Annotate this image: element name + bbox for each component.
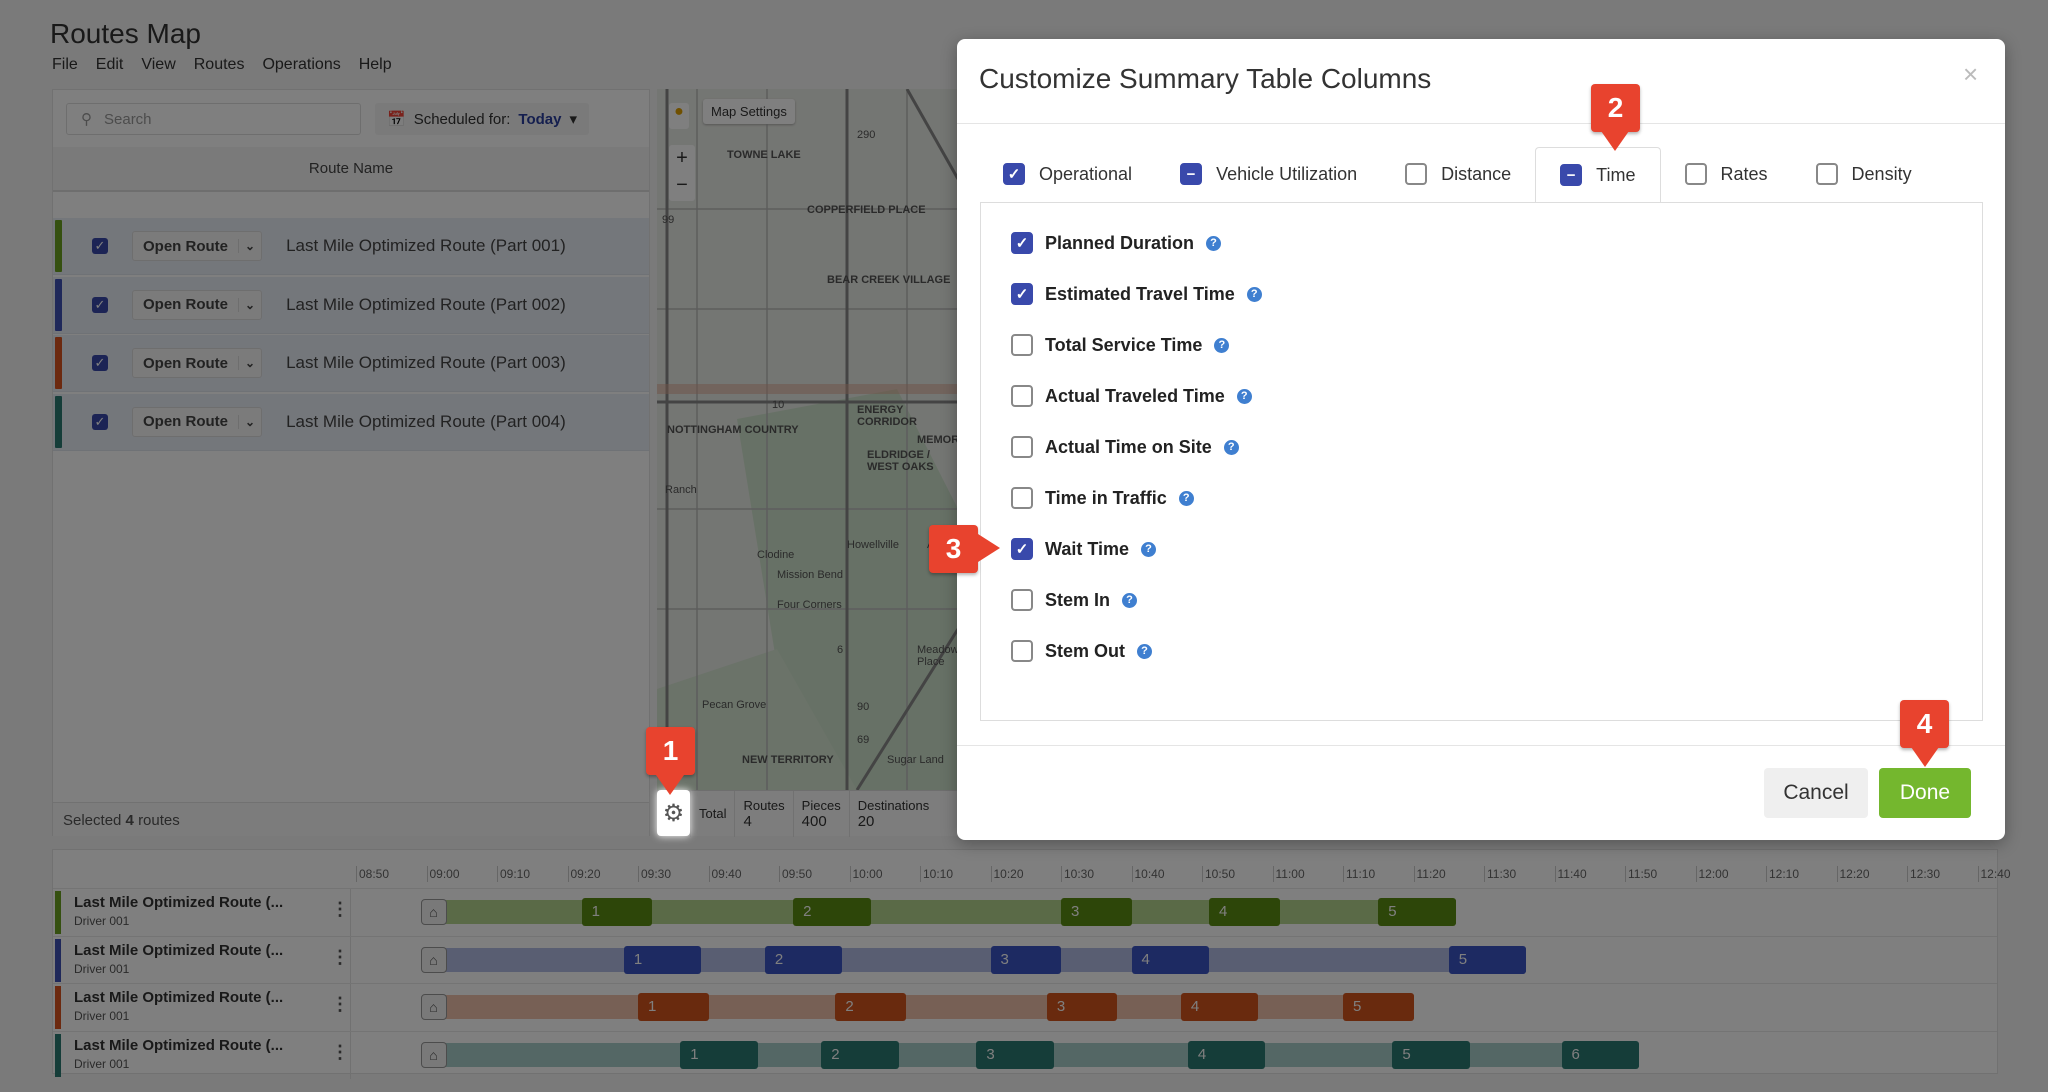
help-icon[interactable]: ? (1236, 388, 1252, 404)
arrow-down-icon (656, 775, 684, 795)
done-button[interactable]: Done (1879, 768, 1971, 818)
option-label: Actual Traveled Time (1045, 385, 1225, 406)
option-checkbox[interactable] (1011, 436, 1033, 458)
option-checkbox[interactable]: ✓ (1011, 232, 1033, 254)
arrow-down-icon (1911, 747, 1939, 767)
option-planned-duration[interactable]: ✓ Planned Duration? (1011, 232, 1222, 254)
category-tabs: ✓ Operational − Vehicle Utilization Distance… (979, 146, 1984, 203)
option-stem-out[interactable]: Stem Out? (1011, 640, 1153, 662)
option-label: Wait Time (1045, 538, 1130, 559)
option-label: Time in Traffic (1045, 487, 1167, 508)
option-checkbox[interactable] (1011, 487, 1033, 509)
dialog-title: Customize Summary Table Columns (979, 63, 1432, 94)
option-actual-traveled-time[interactable]: Actual Traveled Time? (1011, 385, 1252, 407)
gear-icon: ⚙ (662, 799, 685, 827)
option-wait-time[interactable]: ✓ Wait Time? (1011, 538, 1157, 560)
summary-settings-button[interactable]: ⚙ (657, 790, 690, 836)
tab-checkbox[interactable]: − (1560, 164, 1583, 186)
tab-label: Time (1596, 164, 1636, 185)
option-label: Actual Time on Site (1045, 436, 1212, 457)
tab-label: Operational (1039, 163, 1133, 184)
option-checkbox[interactable] (1011, 334, 1033, 356)
option-label: Estimated Travel Time (1045, 283, 1235, 304)
arrow-down-icon (1601, 131, 1629, 151)
help-icon[interactable]: ? (1178, 490, 1194, 506)
tab-operational[interactable]: ✓ Operational (979, 146, 1156, 202)
divider (957, 123, 2005, 124)
help-icon[interactable]: ? (1214, 337, 1230, 353)
close-icon[interactable]: × (1963, 59, 1978, 90)
tab-label: Distance (1441, 163, 1512, 184)
tab-checkbox[interactable] (1405, 163, 1428, 185)
option-label: Planned Duration (1045, 232, 1195, 253)
help-icon[interactable]: ? (1122, 592, 1138, 608)
option-label: Total Service Time (1045, 334, 1203, 355)
help-icon[interactable]: ? (1223, 439, 1239, 455)
tab-time[interactable]: − Time (1535, 147, 1661, 203)
option-stem-in[interactable]: Stem In? (1011, 589, 1138, 611)
time-columns-panel: ✓ Planned Duration? ✓ Estimated Travel Time… (980, 202, 1983, 721)
arrow-right-icon (978, 534, 1000, 562)
tab-density[interactable]: Density (1792, 146, 1936, 202)
help-icon[interactable]: ? (1137, 643, 1153, 659)
tab-vehicle-utilization[interactable]: − Vehicle Utilization (1156, 146, 1381, 202)
option-estimated-travel-time[interactable]: ✓ Estimated Travel Time? (1011, 283, 1262, 305)
tab-label: Rates (1720, 163, 1768, 184)
tab-checkbox[interactable]: ✓ (1003, 163, 1025, 185)
step-callout-3: 3 (929, 525, 978, 573)
option-checkbox[interactable] (1011, 640, 1033, 662)
tab-rates[interactable]: Rates (1661, 146, 1792, 202)
option-checkbox[interactable]: ✓ (1011, 538, 1033, 560)
option-time-in-traffic[interactable]: Time in Traffic? (1011, 487, 1194, 509)
step-callout-2: 2 (1591, 84, 1640, 132)
option-checkbox[interactable] (1011, 589, 1033, 611)
divider (957, 745, 2005, 746)
step-callout-1: 1 (646, 727, 695, 775)
tab-checkbox[interactable] (1815, 163, 1838, 185)
tab-checkbox[interactable]: − (1180, 163, 1203, 185)
customize-columns-dialog: Customize Summary Table Columns × ✓ Opera… (957, 39, 2005, 840)
option-total-service-time[interactable]: Total Service Time? (1011, 334, 1230, 356)
tab-label: Vehicle Utilization (1216, 163, 1358, 184)
option-label: Stem In (1045, 589, 1111, 610)
help-icon[interactable]: ? (1141, 541, 1157, 557)
help-icon[interactable]: ? (1206, 235, 1222, 251)
cancel-button[interactable]: Cancel (1764, 768, 1868, 818)
help-icon[interactable]: ? (1246, 286, 1262, 302)
option-actual-time-on-site[interactable]: Actual Time on Site? (1011, 436, 1239, 458)
option-checkbox[interactable] (1011, 385, 1033, 407)
step-callout-4: 4 (1900, 700, 1949, 748)
tab-label: Density (1851, 163, 1912, 184)
option-label: Stem Out (1045, 640, 1126, 661)
tab-distance[interactable]: Distance (1381, 146, 1535, 202)
tab-checkbox[interactable] (1684, 163, 1707, 185)
option-checkbox[interactable]: ✓ (1011, 283, 1033, 305)
